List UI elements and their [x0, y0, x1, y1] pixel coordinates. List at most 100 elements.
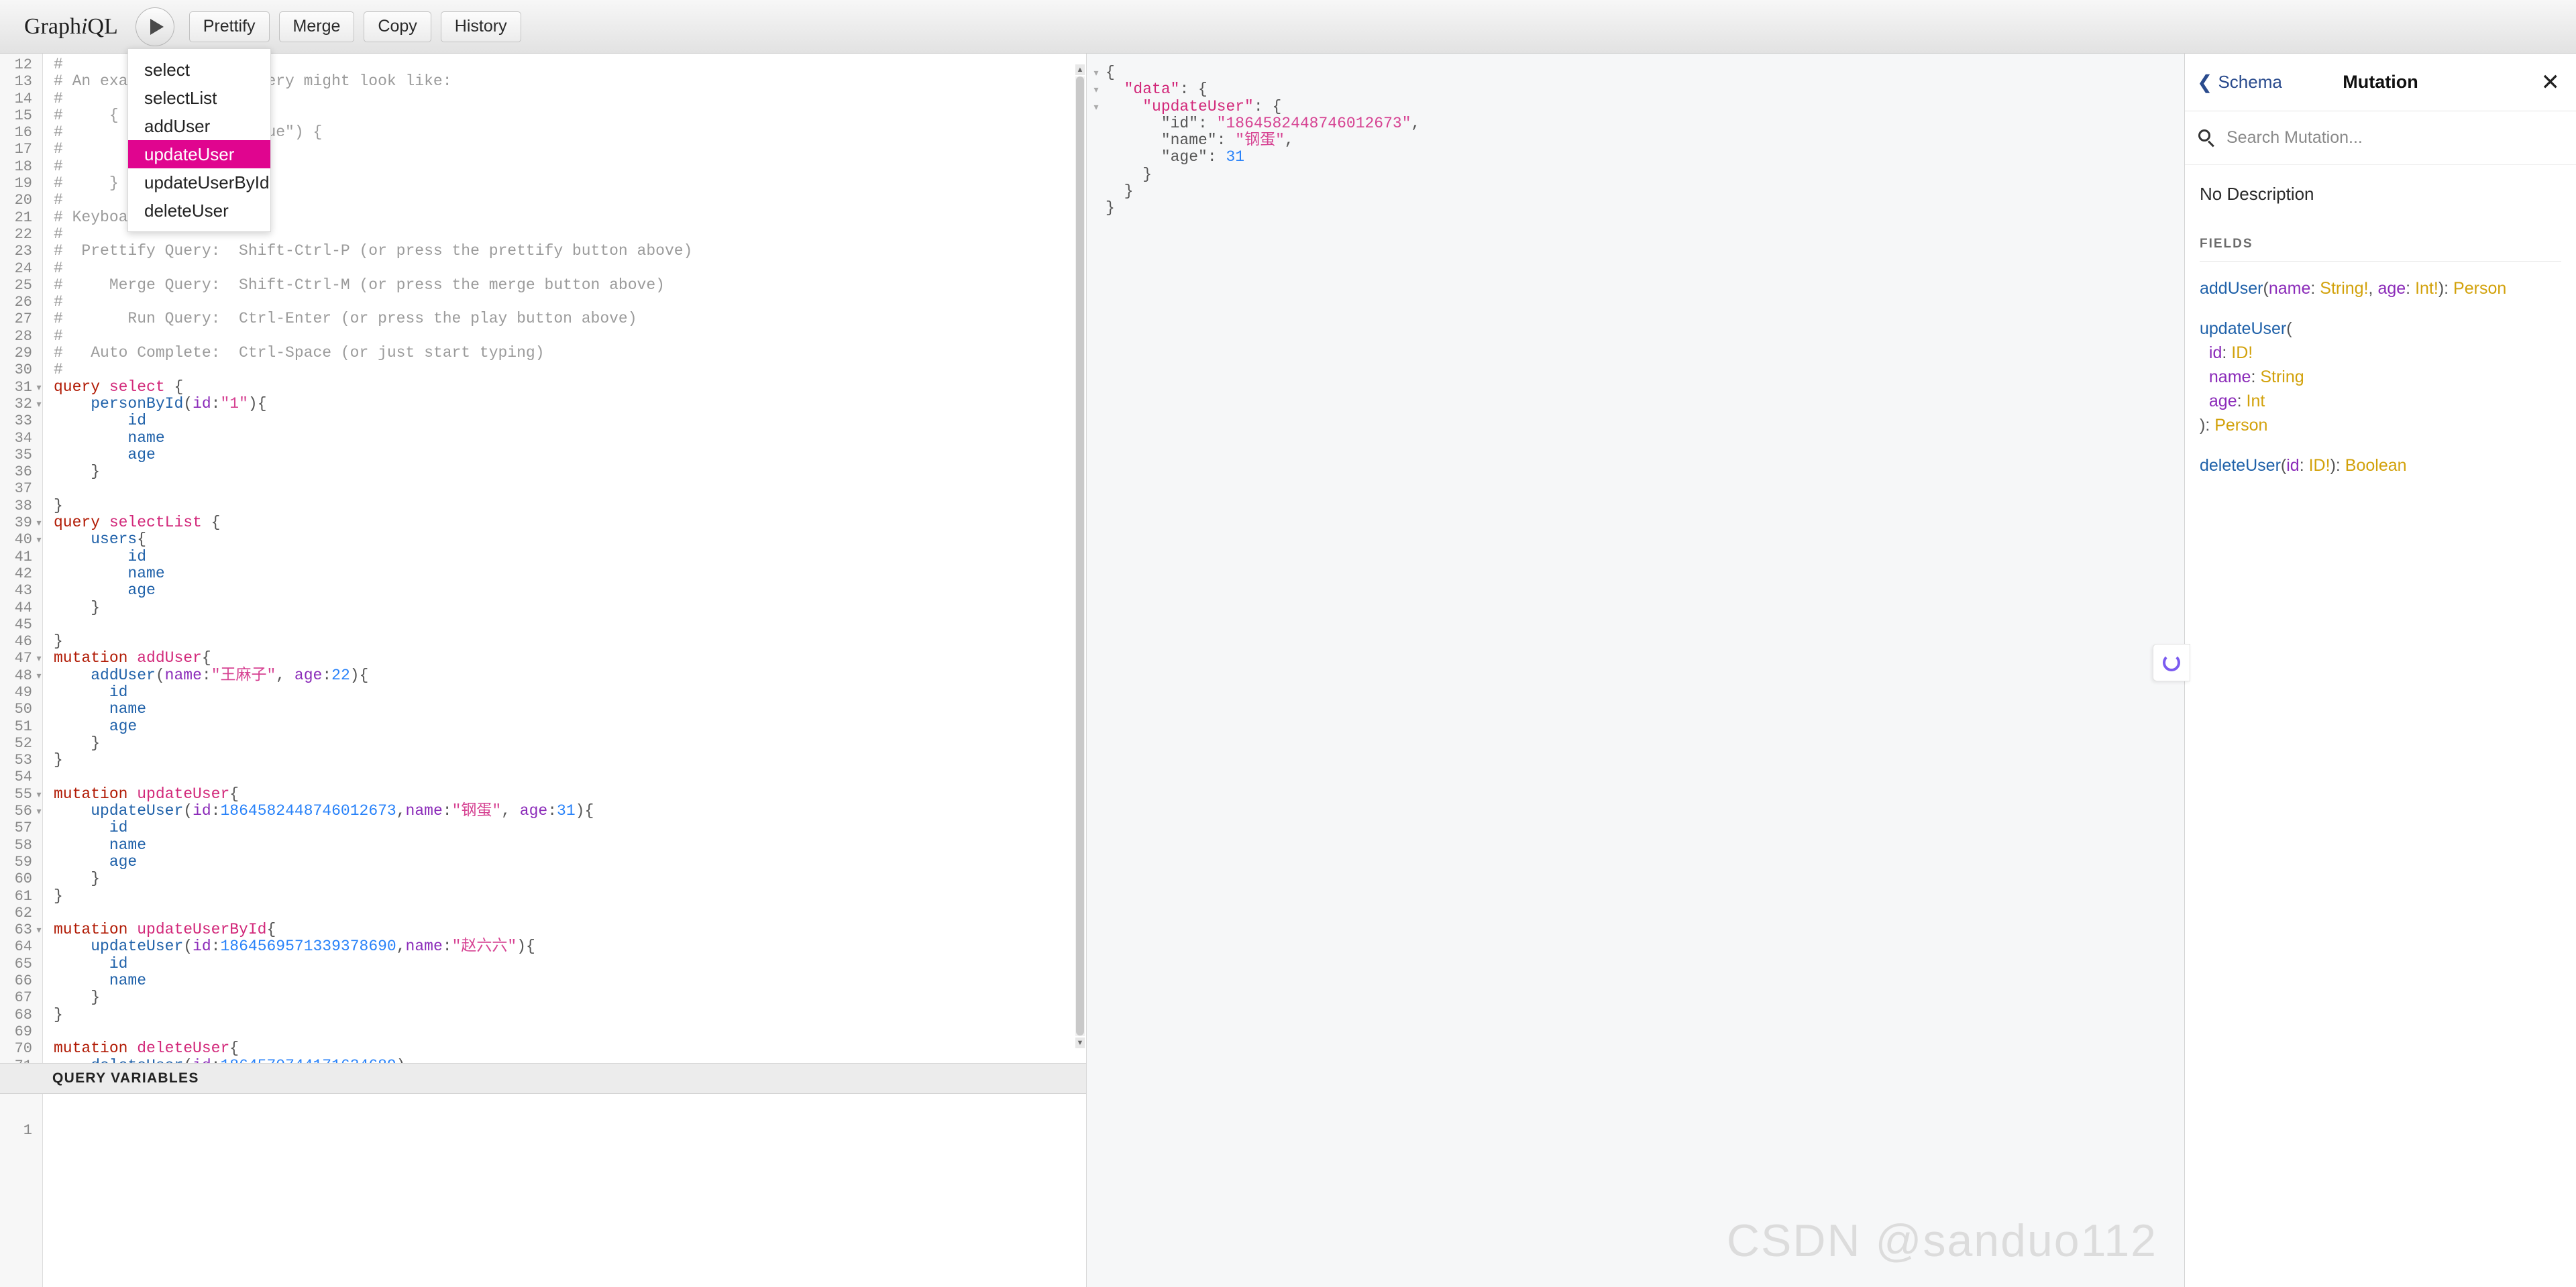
- code-line[interactable]: 40 ▾ users{: [0, 530, 1086, 549]
- query-variables-value[interactable]: [43, 1122, 54, 1139]
- code-line[interactable]: 51 age: [0, 718, 1086, 735]
- code-line[interactable]: 26 #: [0, 294, 1086, 311]
- fold-toggle-icon[interactable]: ▾: [35, 514, 43, 531]
- code-line[interactable]: 53}: [0, 752, 1086, 769]
- prettify-button[interactable]: Prettify: [189, 11, 270, 42]
- autocomplete-item-updateUserById[interactable]: updateUserById: [128, 168, 270, 197]
- docs-field[interactable]: deleteUser(id: ID!): Boolean: [2200, 453, 2561, 478]
- docs-field[interactable]: updateUser( id: ID! name: String age: In…: [2200, 317, 2561, 437]
- code-line[interactable]: 56 ▾ updateUser(id:1864582448746012673,na…: [0, 802, 1086, 820]
- result-fold-icon[interactable]: ▾: [1087, 99, 1106, 115]
- code-line[interactable]: 34 name: [0, 429, 1086, 447]
- code-line[interactable]: 71 deleteUser(id:1864570744171634689): [0, 1057, 1086, 1063]
- code-line[interactable]: 69: [0, 1023, 1086, 1040]
- fold-toggle-icon[interactable]: ▾: [35, 667, 43, 684]
- autocomplete-item-selectList[interactable]: selectList: [128, 84, 270, 112]
- code-line[interactable]: 63 ▾ mutation updateUserById{: [0, 921, 1086, 938]
- line-number: 60: [14, 871, 32, 888]
- code-line[interactable]: 54: [0, 769, 1086, 785]
- query-variables-line[interactable]: 1: [0, 1122, 54, 1139]
- code-line[interactable]: 27 # Run Query: Ctrl-Enter (or press the …: [0, 311, 1086, 328]
- autocomplete-item-addUser[interactable]: addUser: [128, 112, 270, 140]
- fold-toggle-icon[interactable]: ▾: [35, 531, 43, 548]
- line-number: 66: [14, 972, 32, 990]
- code-line[interactable]: 45: [0, 616, 1086, 633]
- code-line[interactable]: 42 name: [0, 565, 1086, 582]
- code-line[interactable]: 24 #: [0, 260, 1086, 277]
- code-line[interactable]: 38}: [0, 497, 1086, 514]
- docs-search-row[interactable]: [2185, 111, 2576, 165]
- search-input[interactable]: [2225, 127, 2563, 148]
- code-line[interactable]: 35 age: [0, 446, 1086, 463]
- code-line[interactable]: 64 updateUser(id:1864569571339378690,nam…: [0, 938, 1086, 956]
- code-line[interactable]: 65 id: [0, 955, 1086, 972]
- code-line[interactable]: 32 ▾ personById(id:"1"){: [0, 394, 1086, 412]
- autocomplete-dropdown[interactable]: select selectList addUser updateUser updateU…: [127, 48, 271, 232]
- history-button[interactable]: History: [440, 11, 521, 42]
- autocomplete-item-deleteUser[interactable]: deleteUser: [128, 197, 270, 225]
- scroll-up-arrow[interactable]: ▲: [1075, 64, 1085, 75]
- code-text: }: [43, 734, 100, 752]
- code-line[interactable]: 33 id: [0, 412, 1086, 430]
- code-token: mutation: [54, 785, 138, 803]
- code-line[interactable]: 60 }: [0, 871, 1086, 888]
- code-line[interactable]: 28 #: [0, 327, 1086, 345]
- code-line[interactable]: 59 age: [0, 853, 1086, 871]
- query-scrollbar[interactable]: [1075, 76, 1085, 1036]
- result-fold-icon[interactable]: ▾: [1087, 64, 1106, 81]
- query-scrollbar-thumb[interactable]: [1076, 76, 1084, 1036]
- fold-toggle-icon[interactable]: ▾: [35, 803, 43, 820]
- code-token: personById: [91, 394, 184, 412]
- code-text: name: [43, 429, 164, 447]
- code-line[interactable]: 37: [0, 480, 1086, 497]
- code-line[interactable]: 58 name: [0, 836, 1086, 854]
- docs-token: Int!: [2415, 279, 2438, 298]
- code-line[interactable]: 62: [0, 905, 1086, 921]
- code-line[interactable]: 30 #: [0, 361, 1086, 379]
- code-line[interactable]: 57 id: [0, 820, 1086, 837]
- query-variables-header[interactable]: QUERY VARIABLES: [0, 1063, 1086, 1094]
- query-variables-editor[interactable]: 1: [0, 1094, 1086, 1287]
- code-line[interactable]: 50 name: [0, 701, 1086, 718]
- execute-query-button[interactable]: [135, 7, 174, 46]
- code-line[interactable]: 44 }: [0, 599, 1086, 616]
- code-line[interactable]: 52 }: [0, 734, 1086, 752]
- code-line[interactable]: 29 # Auto Complete: Ctrl-Space (or just s…: [0, 344, 1086, 361]
- copy-button[interactable]: Copy: [364, 11, 431, 42]
- fold-toggle-icon[interactable]: ▾: [35, 786, 43, 803]
- code-line[interactable]: 70 mutation deleteUser{: [0, 1040, 1086, 1058]
- code-line[interactable]: 47 ▾ mutation addUser{: [0, 650, 1086, 667]
- code-line[interactable]: 48 ▾ addUser(name:"王麻子", age:22){: [0, 667, 1086, 684]
- code-token: id: [193, 938, 211, 956]
- autocomplete-item-select[interactable]: select: [128, 56, 270, 84]
- docs-back-button[interactable]: ❮ Schema: [2197, 72, 2282, 93]
- code-line[interactable]: 67 }: [0, 989, 1086, 1007]
- code-line[interactable]: 25 # Merge Query: Shift-Ctrl-M (or press …: [0, 276, 1086, 294]
- code-line[interactable]: 61}: [0, 887, 1086, 905]
- autocomplete-item-updateUser[interactable]: updateUser: [128, 140, 270, 168]
- fold-toggle-icon[interactable]: ▾: [35, 650, 43, 667]
- code-line[interactable]: 31 ▾ query select {: [0, 378, 1086, 396]
- code-line[interactable]: 39 ▾ query selectList {: [0, 514, 1086, 531]
- fold-toggle-icon[interactable]: ▾: [35, 379, 43, 396]
- code-token: {: [201, 514, 221, 532]
- result-fold-icon[interactable]: ▾: [1087, 81, 1106, 98]
- code-line[interactable]: 23 # Prettify Query: Shift-Ctrl-P (or pre…: [0, 243, 1086, 260]
- docs-fields-list: addUser(name: String!, age: Int!): Perso…: [2200, 276, 2561, 478]
- close-icon[interactable]: ✕: [2537, 71, 2565, 94]
- code-line[interactable]: 46}: [0, 632, 1086, 650]
- scroll-down-arrow[interactable]: ▼: [1075, 1038, 1085, 1048]
- code-line[interactable]: 36 }: [0, 463, 1086, 480]
- docs-field[interactable]: addUser(name: String!, age: Int!): Perso…: [2200, 276, 2561, 300]
- fold-toggle-icon[interactable]: ▾: [35, 921, 43, 938]
- code-line[interactable]: 41 id: [0, 548, 1086, 565]
- code-line[interactable]: 66 name: [0, 972, 1086, 989]
- merge-button[interactable]: Merge: [278, 11, 355, 42]
- code-line[interactable]: 49 id: [0, 683, 1086, 701]
- code-token: mutation: [54, 649, 138, 667]
- code-line[interactable]: 55 ▾ mutation updateUser{: [0, 785, 1086, 803]
- code-line[interactable]: 68}: [0, 1006, 1086, 1023]
- code-token: users: [91, 530, 138, 549]
- fold-toggle-icon[interactable]: ▾: [35, 396, 43, 412]
- code-line[interactable]: 43 age: [0, 582, 1086, 600]
